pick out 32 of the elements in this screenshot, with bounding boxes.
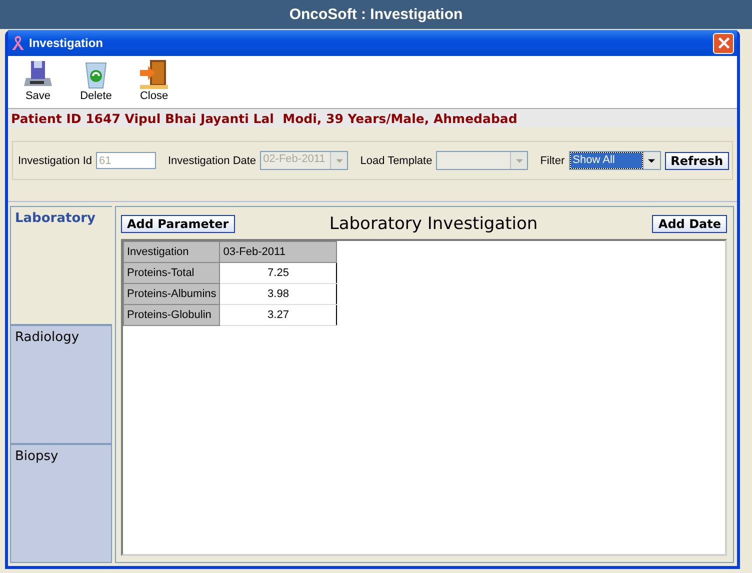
- add-date-button[interactable]: Add Date: [652, 215, 727, 233]
- column-header: 03-Feb-2011: [220, 242, 337, 262]
- side-tab[interactable]: Biopsy: [10, 444, 112, 563]
- toolbar-button[interactable]: Delete: [74, 58, 118, 108]
- dropdown-arrow-icon: [648, 158, 656, 162]
- field-label: Investigation Id: [18, 154, 92, 166]
- add-parameter-button[interactable]: Add Parameter: [121, 215, 235, 233]
- dropdown-arrow-icon: [336, 158, 343, 162]
- side-tab[interactable]: Laboratory: [10, 206, 112, 325]
- side-tab[interactable]: Radiology: [10, 325, 112, 444]
- field-label: Investigation Date: [168, 154, 256, 166]
- row-header: Proteins-Albumins: [124, 284, 220, 304]
- column-header: Investigation: [124, 242, 220, 262]
- row-header: Proteins-Total: [124, 262, 220, 284]
- table-cell[interactable]: 7.25: [220, 262, 337, 284]
- toolbar-button[interactable]: Save: [16, 58, 60, 108]
- table-cell[interactable]: 3.27: [220, 304, 337, 326]
- field-label: Filter: [540, 154, 565, 166]
- table-cell[interactable]: 3.98: [220, 284, 337, 304]
- app-title: OncoSoft : Investigation: [289, 6, 463, 23]
- close-icon[interactable]: [713, 32, 734, 54]
- toolbar-button[interactable]: Close: [132, 58, 176, 108]
- panel-heading: Laboratory Investigation: [329, 214, 538, 234]
- field-label: Load Template: [360, 154, 432, 166]
- filter-dropdown[interactable]: Show All: [568, 151, 661, 170]
- refresh-button[interactable]: Refresh: [664, 152, 729, 170]
- row-header: Proteins-Globulin: [124, 304, 220, 326]
- dropdown-arrow-icon: [516, 158, 523, 162]
- patient-info-text: Patient ID 1647 Vipul Bhai Jayanti Lal Modi, 39 Years/Male, Ahmedabad: [11, 110, 518, 126]
- ribbon-icon: [11, 35, 25, 51]
- exit-door-icon: [138, 58, 170, 90]
- window-title: Investigation: [29, 36, 104, 50]
